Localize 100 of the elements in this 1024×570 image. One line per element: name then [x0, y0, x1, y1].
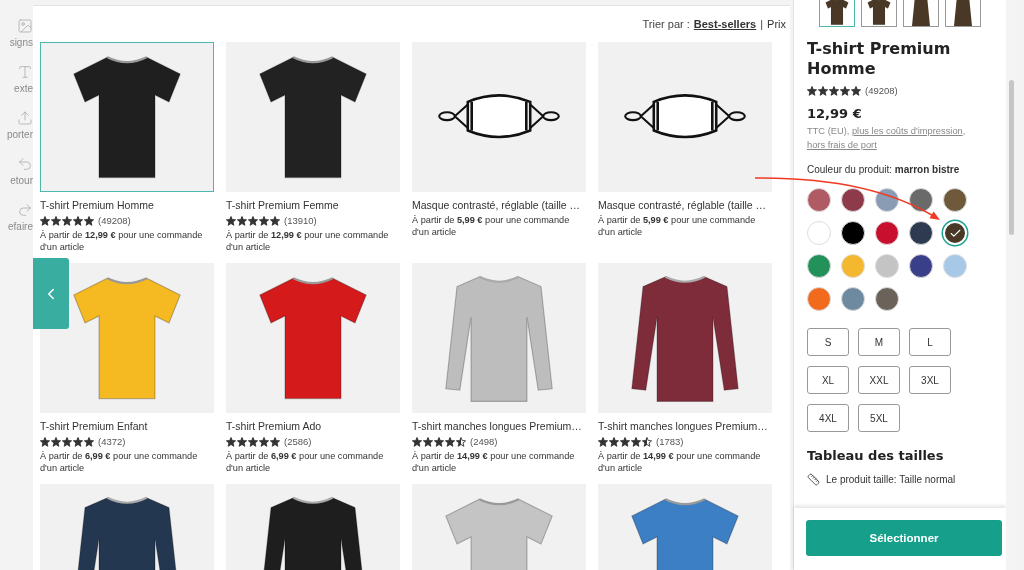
- size-button[interactable]: XL: [807, 366, 849, 394]
- star-icon: [40, 215, 50, 226]
- color-swatch[interactable]: [909, 254, 933, 278]
- star-icon: [434, 436, 444, 447]
- color-swatch[interactable]: [807, 287, 831, 311]
- star-icon: [609, 436, 619, 447]
- star-icon: [259, 215, 269, 226]
- star-icon: [840, 85, 850, 96]
- sort-option[interactable]: Best-sellers: [693, 18, 757, 30]
- color-swatch[interactable]: [807, 254, 831, 278]
- tshirt-drawing: [867, 0, 891, 26]
- star-icon: [412, 436, 422, 447]
- color-swatch[interactable]: [841, 254, 865, 278]
- product-price: À partir de 5,99 € pour une commande d'un article: [412, 215, 571, 238]
- product-thumbnail[interactable]: [945, 0, 981, 27]
- star-icon: [445, 436, 455, 447]
- review-count: (1783): [656, 436, 684, 447]
- review-count: (2498): [470, 436, 498, 447]
- link[interactable]: hors frais de port: [807, 140, 877, 150]
- review-count: (4372): [98, 436, 126, 447]
- star-icon: [62, 436, 72, 447]
- color-swatch[interactable]: [841, 287, 865, 311]
- sidebar-label: signs: [9, 37, 33, 48]
- product-price: À partir de 14,99 € pour une commande d'un article: [598, 451, 762, 474]
- star-icon: [226, 215, 236, 226]
- sort-option[interactable]: Prix: [767, 18, 786, 30]
- product-thumbnail[interactable]: [903, 0, 939, 27]
- star-icon: [84, 215, 94, 226]
- product-title[interactable]: T-shirt manches longues Premium…: [598, 420, 772, 432]
- star-icon: [851, 85, 861, 96]
- product-title[interactable]: Masque contrasté, réglable (taille …: [412, 199, 586, 211]
- star-icon: [51, 436, 61, 447]
- product-image[interactable]: [40, 42, 214, 192]
- color-swatch[interactable]: [943, 188, 967, 212]
- color-swatch[interactable]: [875, 221, 899, 245]
- star-icon: [226, 436, 236, 447]
- star-icon: [40, 436, 50, 447]
- fit-text: Le produit taille: Taille normal: [826, 474, 956, 485]
- product-title[interactable]: T-shirt Premium Enfant: [40, 420, 214, 432]
- separator: |: [760, 18, 764, 30]
- sidebar-label: exte: [14, 83, 33, 94]
- star-icon: [73, 215, 83, 226]
- product-title[interactable]: T-shirt Premium Ado: [226, 420, 400, 432]
- upload-icon: [17, 110, 33, 126]
- color-swatch[interactable]: [875, 254, 899, 278]
- product-thumbnail[interactable]: [861, 0, 897, 27]
- review-count: (49208): [865, 85, 898, 96]
- size-button[interactable]: S: [807, 328, 849, 356]
- size-button[interactable]: M: [858, 328, 900, 356]
- star-icon: [642, 436, 652, 447]
- product-title[interactable]: T-shirt Premium Homme: [40, 199, 214, 211]
- color-swatch[interactable]: [841, 188, 865, 212]
- color-swatch[interactable]: [807, 188, 831, 212]
- product-thumbnail[interactable]: [819, 0, 855, 27]
- color-label: Couleur du produit: marron bistre: [807, 164, 961, 175]
- star-icon: [456, 436, 466, 447]
- product-price: 12,99 €: [807, 106, 863, 121]
- image-icon: [17, 18, 33, 34]
- star-icon: [270, 215, 280, 226]
- tshirt-drawing: [825, 0, 849, 26]
- link[interactable]: plus les coûts d'impression: [851, 126, 963, 136]
- product-title: T-shirt Premium Homme: [807, 39, 952, 79]
- color-swatch[interactable]: [909, 221, 933, 245]
- product-title[interactable]: T-shirt manches longues Premium…: [412, 420, 586, 432]
- star-icon: [51, 215, 61, 226]
- star-icon: [620, 436, 630, 447]
- product-price: À partir de 12,99 € pour une commande d'un article: [226, 230, 390, 253]
- color-swatch[interactable]: [875, 188, 899, 212]
- product-price: À partir de 12,99 € pour une commande d'un article: [40, 230, 204, 253]
- color-swatch[interactable]: [841, 221, 865, 245]
- redo-icon: [17, 202, 33, 218]
- undo-icon: [17, 156, 33, 172]
- product-price: À partir de 6,99 € pour une commande d'un article: [40, 451, 199, 474]
- scrollbar-thumb[interactable]: [1008, 80, 1014, 235]
- product-title[interactable]: Masque contrasté, réglable (taille …: [598, 199, 772, 211]
- size-button[interactable]: L: [909, 328, 951, 356]
- star-icon: [423, 436, 433, 447]
- color-swatch[interactable]: [807, 221, 831, 245]
- size-button[interactable]: 3XL: [909, 366, 951, 394]
- ruler-icon: [807, 473, 820, 486]
- sidebar-label: etour: [10, 175, 33, 186]
- text-icon: [17, 64, 33, 80]
- star-icon: [237, 215, 247, 226]
- star-icon: [598, 436, 608, 447]
- star-icon: [237, 436, 247, 447]
- star-icon: [62, 215, 72, 226]
- review-count: (2586): [284, 436, 312, 447]
- sort-label: Trier par :: [642, 18, 690, 30]
- size-button[interactable]: 4XL: [807, 404, 849, 432]
- sidebar-label: porter: [6, 129, 33, 140]
- color-swatch[interactable]: [875, 287, 899, 311]
- star-icon: [248, 215, 258, 226]
- product-title[interactable]: T-shirt Premium Femme: [226, 199, 400, 211]
- color-swatch[interactable]: [943, 254, 967, 278]
- star-icon: [248, 436, 258, 447]
- star-icon: [270, 436, 280, 447]
- color-swatch[interactable]: [909, 188, 933, 212]
- size-button[interactable]: XXL: [858, 366, 900, 394]
- size-button[interactable]: 5XL: [858, 404, 900, 432]
- star-icon: [73, 436, 83, 447]
